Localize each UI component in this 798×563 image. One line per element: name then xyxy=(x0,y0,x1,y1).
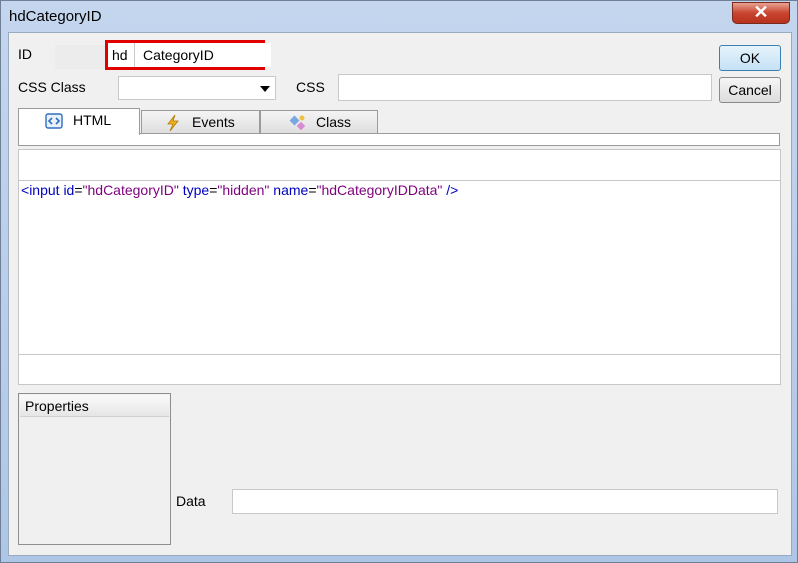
chevron-down-icon[interactable] xyxy=(260,86,270,92)
html-code-editor[interactable]: <input id="hdCategoryID" type="hidden" n… xyxy=(18,149,781,385)
data-label: Data xyxy=(176,493,206,509)
lightning-icon xyxy=(167,114,179,132)
close-button[interactable]: ✕ xyxy=(732,2,790,24)
tab-events[interactable]: Events xyxy=(141,110,260,134)
class-icon xyxy=(289,115,306,131)
html-code-icon xyxy=(45,113,63,129)
properties-header: Properties xyxy=(20,395,169,417)
ok-button[interactable]: OK xyxy=(719,45,781,71)
cancel-button[interactable]: Cancel xyxy=(719,77,781,103)
tab-html-label: HTML xyxy=(73,112,112,128)
id-field-highlight: hd CategoryID xyxy=(105,40,271,70)
id-input[interactable]: CategoryID xyxy=(134,43,271,67)
css-class-label: CSS Class xyxy=(18,79,86,95)
id-prefix-placeholder xyxy=(55,45,111,69)
css-input[interactable] xyxy=(338,74,712,101)
editor-divider xyxy=(19,180,780,181)
title-bar[interactable]: hdCategoryID ✕ xyxy=(1,1,797,31)
html-code-line: <input id="hdCategoryID" type="hidden" n… xyxy=(21,182,459,198)
tab-class[interactable]: Class xyxy=(260,110,378,134)
css-label: CSS xyxy=(296,79,325,95)
data-input[interactable] xyxy=(232,489,778,514)
id-prefix: hd xyxy=(112,47,128,63)
dialog-body: ID hd CategoryID CSS Class CSS OK Cancel… xyxy=(8,32,792,556)
id-label: ID xyxy=(18,46,32,62)
close-icon: ✕ xyxy=(753,2,769,22)
editor-divider xyxy=(19,354,780,355)
tab-html[interactable]: HTML xyxy=(18,108,140,135)
dialog-window: hdCategoryID ✕ ID hd CategoryID CSS Clas… xyxy=(0,0,798,563)
css-class-select[interactable] xyxy=(118,76,276,100)
tab-events-label: Events xyxy=(192,114,235,130)
properties-panel[interactable]: Properties xyxy=(18,393,171,545)
window-title: hdCategoryID xyxy=(9,8,102,25)
tab-class-label: Class xyxy=(316,114,352,130)
